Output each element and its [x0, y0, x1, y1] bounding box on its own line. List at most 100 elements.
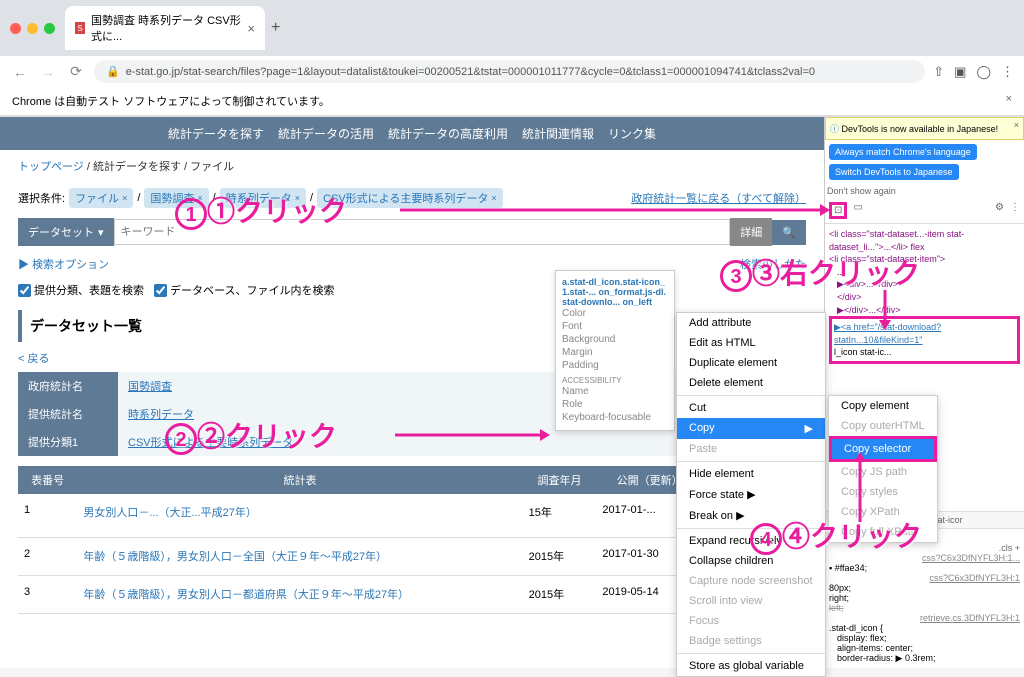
keyword-input[interactable] [114, 219, 731, 245]
tooltip-prop: Color [562, 307, 668, 320]
breadcrumb-text: 統計データを探す [93, 161, 181, 173]
ctx-hide[interactable]: Hide element [677, 464, 825, 484]
info-link[interactable]: CSV形式による主要時系列データ [128, 437, 293, 449]
reload-icon[interactable]: ⟳ [66, 63, 86, 80]
search-button[interactable]: 🔍 [772, 220, 806, 245]
extensions-icon[interactable]: ▣ [954, 64, 966, 80]
tab-bar: S 国勢調査 時系列データ CSV形式に... × + [0, 0, 1024, 56]
checkbox-database[interactable]: データベース、ファイル内を検索 [154, 282, 334, 298]
sub-copy-outerhtml[interactable]: Copy outerHTML [829, 416, 937, 436]
url-input[interactable]: 🔒 e-stat.go.jp/stat-search/files?page=1&… [94, 60, 925, 83]
css-rule: .stat-dl_icon { [829, 623, 1020, 633]
ctx-focus: Focus [677, 611, 825, 631]
always-match-button[interactable]: Always match Chrome's language [829, 144, 977, 160]
device-icon[interactable]: ▭ [853, 202, 862, 219]
lock-icon: 🔒 [106, 65, 120, 78]
ctx-delete[interactable]: Delete element [677, 373, 825, 393]
close-tab-icon[interactable]: × [247, 21, 255, 36]
ctx-add-attribute[interactable]: Add attribute [677, 313, 825, 333]
filter-chip[interactable]: 国勢調査× [144, 188, 208, 208]
annotation-arrow-3 [875, 290, 895, 330]
navbar: 統計データを探す 統計データの活用 統計データの高度利用 統計関連情報 リンク集 [0, 117, 824, 150]
nav-item[interactable]: 統計関連情報 [522, 125, 594, 142]
ctx-badge: Badge settings [677, 631, 825, 651]
switch-japanese-button[interactable]: Switch DevTools to Japanese [829, 164, 959, 180]
address-bar: ← → ⟳ 🔒 e-stat.go.jp/stat-search/files?p… [0, 56, 1024, 87]
css-link[interactable]: css?C6x3DfNYFL3H:1 [829, 573, 1020, 583]
row-year: 15年 [523, 494, 597, 538]
checkbox-classify[interactable]: 提供分類、表題を検索 [18, 282, 144, 298]
tree-node[interactable]: ▶<div>...</div> [837, 278, 1020, 291]
ctx-collapse[interactable]: Collapse children [677, 551, 825, 571]
ctx-cut[interactable]: Cut [677, 398, 825, 418]
url-text: e-stat.go.jp/stat-search/files?page=1&la… [126, 66, 815, 78]
row-link[interactable]: 男女別人口－...（大正...平成27年） [83, 507, 257, 519]
row-year: 2015年 [523, 538, 597, 576]
row-link[interactable]: 年齢（５歳階級），男女別人口－全国（大正９年～平成27年） [83, 551, 387, 563]
banner-text: DevTools is now available in Japanese! [842, 124, 999, 134]
howto-link[interactable]: 検索のしかた [740, 256, 806, 272]
menu-icon[interactable]: ⋮ [1001, 64, 1014, 80]
css-link[interactable]: retrieve.cs.3DfNYFL3H:1 [829, 613, 1020, 623]
cls-input[interactable]: .cls + [829, 543, 1020, 553]
browser-tab[interactable]: S 国勢調査 時系列データ CSV形式に... × [65, 6, 265, 50]
filter-chip[interactable]: 時系列データ× [220, 188, 306, 208]
tree-node[interactable]: </div> [837, 291, 1020, 304]
settings-icon[interactable]: ⚙ [995, 202, 1004, 219]
ctx-capture: Capture node screenshot [677, 571, 825, 591]
options-link[interactable]: ▶ 検索オプション [18, 256, 109, 272]
breadcrumb-link[interactable]: トップページ [18, 161, 84, 173]
tab-title: 国勢調査 時系列データ CSV形式に... [91, 12, 241, 44]
css-link[interactable]: css?C6x3DfNYFL3H:1... [829, 553, 1020, 563]
back-icon[interactable]: ← [10, 64, 30, 80]
filter-chip[interactable]: ファイル× [69, 188, 133, 208]
row-no: 1 [18, 494, 77, 538]
col-header: 調査年月 [523, 466, 597, 494]
nav-item[interactable]: 統計データの高度利用 [388, 125, 508, 142]
ctx-edit-html[interactable]: Edit as HTML [677, 333, 825, 353]
annotation-arrow-2 [395, 425, 550, 445]
devtools-banner: ⓘ DevTools is now available in Japanese!… [825, 117, 1024, 140]
more-icon[interactable]: ⋮ [1010, 202, 1020, 219]
tree-node[interactable]: <li class="stat-dataset...-item stat-dat… [829, 228, 1020, 253]
sub-copy-element[interactable]: Copy element [829, 396, 937, 416]
share-icon[interactable]: ⇧ [933, 64, 944, 80]
inspect-icon[interactable]: ⊡ [829, 202, 847, 219]
nav-item[interactable]: リンク集 [608, 125, 656, 142]
sub-copy-selector[interactable]: Copy selector [829, 436, 937, 462]
selected-element[interactable]: ▶<a href="/stat-download?statIn...10&fil… [829, 316, 1020, 364]
css-value: left; [829, 603, 844, 613]
sub-copy-jspath[interactable]: Copy JS path [829, 462, 937, 482]
add-tab-icon[interactable]: + [271, 19, 280, 37]
info-icon: ⓘ [830, 124, 839, 134]
minimize-window[interactable] [27, 23, 38, 34]
ctx-paste: Paste [677, 439, 825, 459]
ctx-expand[interactable]: Expand recursively [677, 531, 825, 551]
ctx-store-global[interactable]: Store as global variable [677, 656, 825, 676]
tree-node[interactable]: ▶</div>...</div> [837, 304, 1020, 317]
tree-node[interactable]: <li class="stat-dataset-item"> [829, 253, 1020, 266]
info-link[interactable]: 国勢調査 [128, 381, 172, 393]
dont-show-link[interactable]: Don't show again [825, 184, 1024, 198]
ctx-duplicate[interactable]: Duplicate element [677, 353, 825, 373]
sub-copy-styles[interactable]: Copy styles [829, 482, 937, 502]
profile-icon[interactable]: ◯ [976, 64, 991, 80]
ctx-break-on[interactable]: Break on ▶ [677, 505, 825, 526]
sub-copy-xpath[interactable]: Copy XPath [829, 502, 937, 522]
maximize-window[interactable] [44, 23, 55, 34]
sub-copy-full-xpath[interactable]: Copy full XPath [829, 522, 937, 542]
info-link[interactable]: 時系列データ [128, 409, 194, 421]
ctx-force-state[interactable]: Force state ▶ [677, 484, 825, 505]
dataset-button[interactable]: データセット ▾ [18, 218, 114, 246]
tooltip-prop: Font [562, 320, 668, 333]
close-window[interactable] [10, 23, 21, 34]
close-banner-icon[interactable]: × [1006, 93, 1012, 109]
detail-button[interactable]: 詳細 [730, 218, 772, 246]
nav-item[interactable]: 統計データを探す [168, 125, 264, 142]
row-link[interactable]: 年齢（５歳階級），男女別人口－都道府県（大正９年～平成27年） [83, 589, 409, 601]
close-icon[interactable]: × [1014, 120, 1019, 130]
tree-node[interactable]: ... [837, 266, 1020, 279]
ctx-copy[interactable]: Copy▶ [677, 418, 825, 439]
nav-item[interactable]: 統計データの活用 [278, 125, 374, 142]
favicon: S [75, 22, 85, 34]
